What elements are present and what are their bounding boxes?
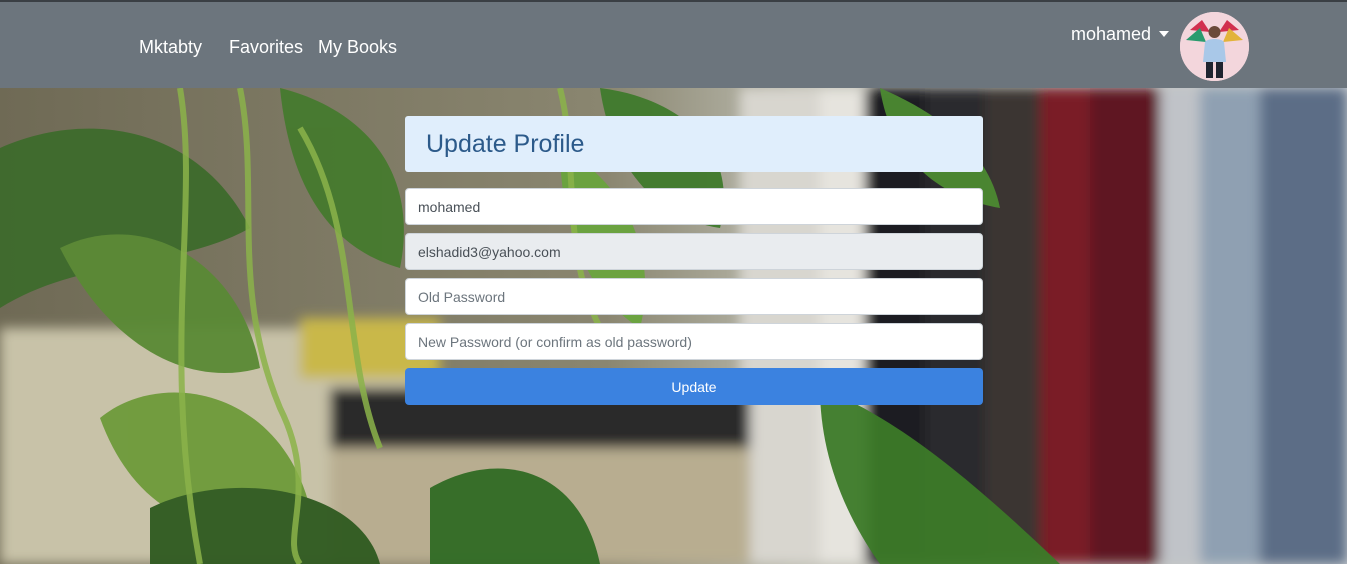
nav-link-favorites[interactable]: Favorites (229, 36, 303, 58)
nav-link-my-books[interactable]: My Books (318, 36, 397, 58)
avatar-photo (1180, 12, 1249, 81)
username-field[interactable] (405, 188, 983, 225)
caret-down-icon (1159, 31, 1170, 37)
brand-link[interactable]: Mktabty (139, 36, 202, 58)
form-title: Update Profile (426, 130, 585, 158)
form-title-panel: Update Profile (405, 116, 983, 172)
new-password-field[interactable] (405, 323, 983, 360)
user-dropdown-toggle[interactable]: mohamed (1071, 23, 1170, 45)
old-password-field[interactable] (405, 278, 983, 315)
update-button[interactable]: Update (405, 368, 983, 405)
avatar[interactable] (1180, 12, 1249, 81)
email-field[interactable] (405, 233, 983, 270)
username-label: mohamed (1071, 24, 1152, 44)
top-navbar: Mktabty Favorites My Books mohamed (0, 0, 1347, 88)
